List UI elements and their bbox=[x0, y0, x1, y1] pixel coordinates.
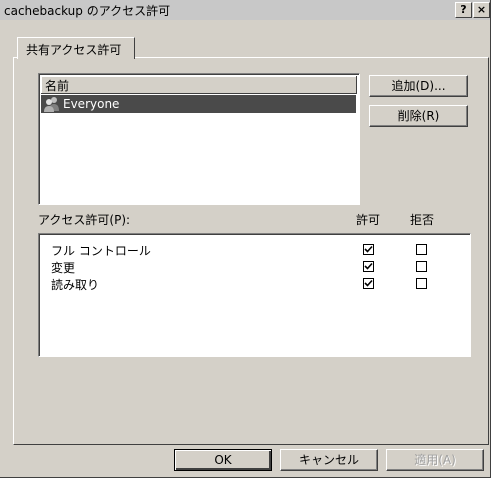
checkmark-icon bbox=[364, 279, 373, 287]
cancel-button[interactable]: キャンセル bbox=[280, 449, 378, 471]
checkmark-icon bbox=[364, 262, 373, 270]
deny-column-header: 拒否 bbox=[410, 213, 435, 227]
ok-button[interactable]: OK bbox=[174, 449, 272, 471]
close-button[interactable]: × bbox=[473, 2, 490, 18]
tab-label: 共有アクセス許可 bbox=[26, 43, 122, 57]
deny-change-checkbox[interactable] bbox=[416, 261, 427, 272]
allow-read-checkbox[interactable] bbox=[363, 278, 374, 289]
apply-button[interactable]: 適用(A) bbox=[386, 449, 484, 471]
users-group-icon bbox=[44, 97, 59, 112]
names-column-header[interactable]: 名前 bbox=[41, 76, 357, 94]
permission-name: 変更 bbox=[51, 261, 76, 275]
title-bar[interactable]: cachebackup のアクセス許可 ? × bbox=[0, 0, 490, 20]
remove-button[interactable]: 削除(R) bbox=[369, 105, 468, 127]
permissions-dialog: cachebackup のアクセス許可 ? × 共有アクセス許可 名前 Ever… bbox=[0, 0, 491, 478]
list-item-everyone[interactable]: Everyone bbox=[41, 95, 356, 113]
permission-name: 読み取り bbox=[51, 278, 100, 292]
window-title: cachebackup のアクセス許可 bbox=[4, 4, 171, 18]
names-listview[interactable]: 名前 Everyone bbox=[38, 73, 360, 205]
allow-full-control-checkbox[interactable] bbox=[363, 244, 374, 255]
tab-share-permissions[interactable]: 共有アクセス許可 bbox=[17, 37, 135, 59]
deny-full-control-checkbox[interactable] bbox=[416, 244, 427, 255]
permissions-label: アクセス許可(P): bbox=[38, 213, 131, 227]
allow-change-checkbox[interactable] bbox=[363, 261, 374, 272]
list-item-label: Everyone bbox=[63, 97, 120, 111]
permission-name: フル コントロール bbox=[51, 244, 151, 258]
checkmark-icon bbox=[364, 245, 373, 253]
deny-read-checkbox[interactable] bbox=[416, 278, 427, 289]
allow-column-header: 許可 bbox=[356, 213, 381, 227]
names-header-label: 名前 bbox=[45, 79, 70, 93]
permissions-list[interactable]: フル コントロール 変更 読み取り bbox=[38, 233, 471, 357]
add-button[interactable]: 追加(D)... bbox=[369, 75, 468, 97]
help-button[interactable]: ? bbox=[455, 2, 472, 18]
